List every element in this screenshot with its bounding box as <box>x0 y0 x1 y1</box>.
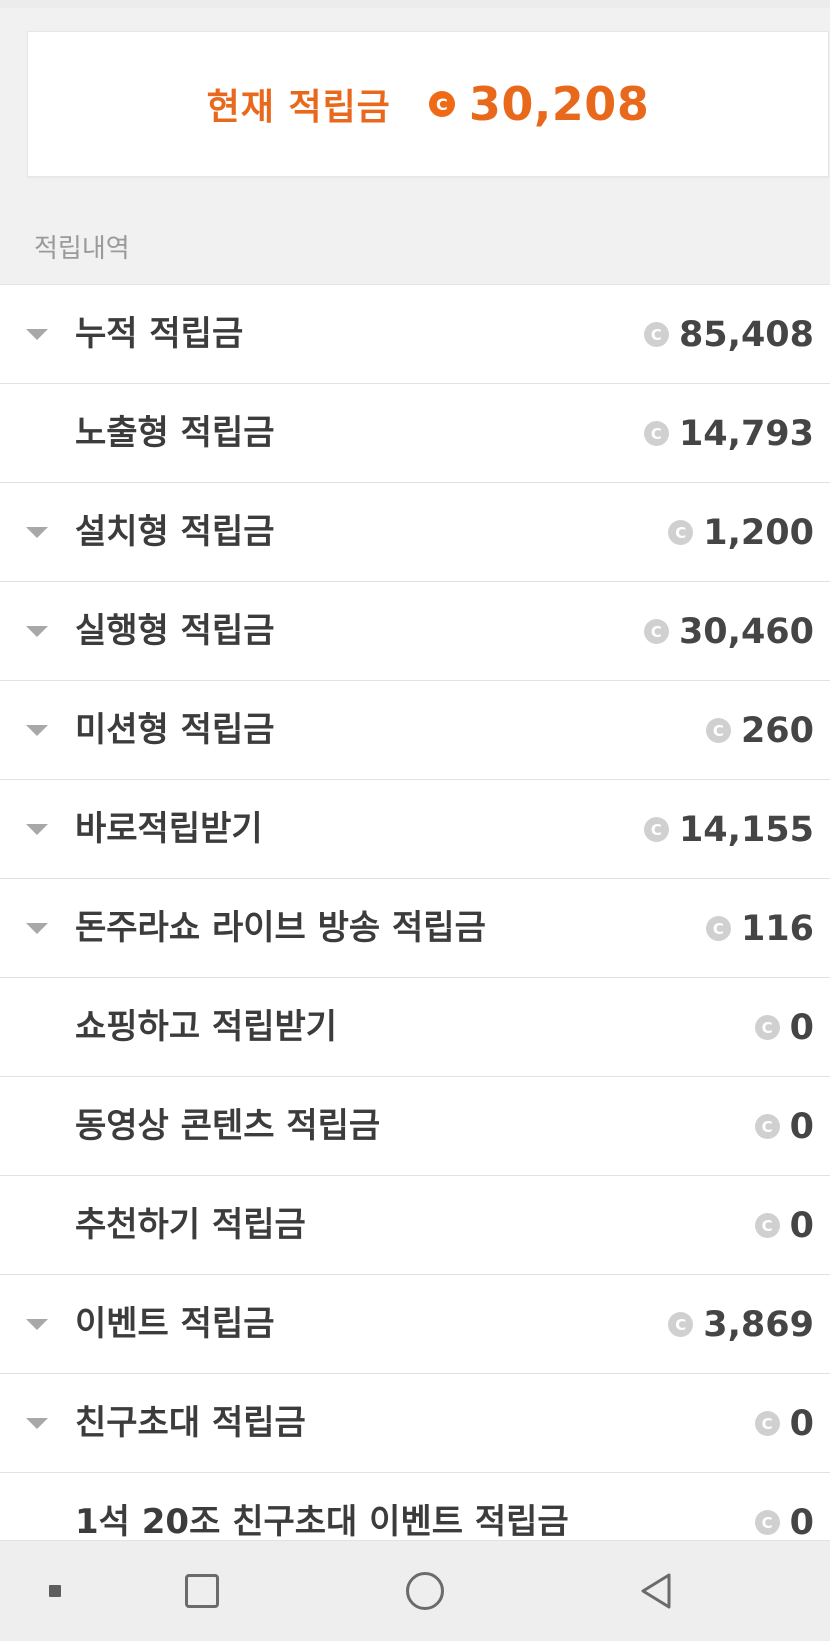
expand-arrow-icon[interactable] <box>26 527 48 538</box>
row-label: 추천하기 적립금 <box>75 1205 306 1245</box>
coin-icon: C <box>643 619 669 644</box>
recents-button[interactable] <box>180 1541 224 1641</box>
amount-value: 0 <box>789 1007 814 1048</box>
list-item: 추천하기 적립금 C 0 <box>0 1176 830 1275</box>
back-icon <box>641 1573 671 1609</box>
coin-icon: C <box>668 1312 694 1337</box>
amount-value: 1,200 <box>703 512 814 553</box>
expand-arrow-icon[interactable] <box>26 923 48 934</box>
home-icon <box>406 1572 444 1610</box>
row-amount: C 260 <box>705 681 814 780</box>
coin-icon: C <box>754 1114 780 1139</box>
amount-value: 260 <box>740 710 814 751</box>
top-strip <box>0 0 830 8</box>
expand-arrow-icon[interactable] <box>26 329 48 340</box>
coin-icon: C <box>754 1411 780 1436</box>
row-amount: C 3,869 <box>668 1275 814 1374</box>
row-label: 노출형 적립금 <box>75 413 275 453</box>
row-amount: C0 <box>754 1176 814 1275</box>
row-label: 이벤트 적립금 <box>75 1304 275 1344</box>
list-item: 동영상 콘텐츠 적립금 C 0 <box>0 1077 830 1176</box>
section-title: 적립내역 <box>34 234 130 264</box>
coin-icon: C <box>754 1213 780 1238</box>
amount-value: 85,408 <box>678 314 814 355</box>
amount-value: 3,869 <box>703 1304 814 1345</box>
row-amount: C 30,460 <box>643 582 814 681</box>
balance-amount: 30,208 <box>468 77 650 131</box>
coin-icon: C <box>668 520 694 545</box>
list-item[interactable]: 바로적립받기 C 14,155 <box>0 780 830 879</box>
row-amount: C0 <box>754 1077 814 1176</box>
home-button[interactable] <box>403 1541 447 1641</box>
list-item[interactable]: 이벤트 적립금 C 3,869 <box>0 1275 830 1374</box>
savings-history-list: 누적 적립금 C 85,408 노출형 적립금 C 14,793 설치형 적립금 C 1,200… <box>0 284 830 1540</box>
system-nav-bar <box>0 1540 830 1641</box>
coin-icon: C <box>754 1510 780 1535</box>
row-label: 친구초대 적립금 <box>75 1403 306 1443</box>
amount-value: 0 <box>789 1403 814 1444</box>
row-label: 바로적립받기 <box>75 809 263 849</box>
amount-value: 14,793 <box>678 413 814 454</box>
balance-label: 현재 적립금 <box>206 87 391 128</box>
row-label: 돈주라쇼 라이브 방송 적립금 <box>75 908 486 948</box>
amount-value: 0 <box>789 1502 814 1541</box>
expand-arrow-icon[interactable] <box>26 725 48 736</box>
coin-icon: C <box>705 718 731 743</box>
list-item: 노출형 적립금 C 14,793 <box>0 384 830 483</box>
list-item[interactable]: 돈주라쇼 라이브 방송 적립금 C 116 <box>0 879 830 978</box>
expand-arrow-icon[interactable] <box>26 824 48 835</box>
amount-value: 116 <box>740 908 814 949</box>
list-item[interactable]: 미션형 적립금 C 260 <box>0 681 830 780</box>
list-item[interactable]: 누적 적립금 C 85,408 <box>0 285 830 384</box>
back-button[interactable] <box>634 1541 678 1641</box>
row-amount: C0 <box>754 1374 814 1473</box>
row-label: 동영상 콘텐츠 적립금 <box>75 1106 381 1146</box>
amount-value: 0 <box>789 1106 814 1147</box>
current-balance-card: 현재 적립금 C 30,208 <box>27 31 829 177</box>
row-amount: C 14,155 <box>643 780 814 879</box>
expand-arrow-icon[interactable] <box>26 1319 48 1330</box>
coin-icon: C <box>754 1015 780 1040</box>
coin-icon: C <box>643 322 669 347</box>
row-amount: C 14,793 <box>643 384 814 483</box>
row-amount: C 1,200 <box>668 483 814 582</box>
row-label: 누적 적립금 <box>75 314 244 354</box>
list-item[interactable]: 친구초대 적립금 C 0 <box>0 1374 830 1473</box>
row-label: 미션형 적립금 <box>75 710 275 750</box>
list-item: 쇼핑하고 적립받기 C 0 <box>0 978 830 1077</box>
dot-button[interactable] <box>38 1541 72 1641</box>
amount-value: 30,460 <box>678 611 814 652</box>
row-amount: C0 <box>754 1473 814 1541</box>
expand-arrow-icon[interactable] <box>26 1418 48 1429</box>
row-label: 1석 20조 친구초대 이벤트 적립금 <box>75 1502 569 1540</box>
coin-icon: C <box>705 916 731 941</box>
row-amount: C 85,408 <box>643 285 814 384</box>
amount-value: 14,155 <box>678 809 814 850</box>
amount-value: 0 <box>789 1205 814 1246</box>
dot-icon <box>49 1585 61 1597</box>
coin-icon: C <box>428 91 455 117</box>
expand-arrow-icon[interactable] <box>26 626 48 637</box>
row-amount: C 116 <box>705 879 814 978</box>
list-item: 1석 20조 친구초대 이벤트 적립금 C 0 <box>0 1473 830 1540</box>
coin-icon: C <box>643 421 669 446</box>
row-label: 쇼핑하고 적립받기 <box>75 1007 338 1047</box>
coin-icon: C <box>643 817 669 842</box>
list-item[interactable]: 실행형 적립금 C 30,460 <box>0 582 830 681</box>
row-amount: C0 <box>754 978 814 1077</box>
recents-icon <box>185 1574 219 1608</box>
row-label: 설치형 적립금 <box>75 512 275 552</box>
list-item[interactable]: 설치형 적립금 C 1,200 <box>0 483 830 582</box>
savings-page: 현재 적립금 C 30,208 적립내역 누적 적립금 C 85,408 노출형 적립… <box>0 0 830 1540</box>
row-label: 실행형 적립금 <box>75 611 275 651</box>
